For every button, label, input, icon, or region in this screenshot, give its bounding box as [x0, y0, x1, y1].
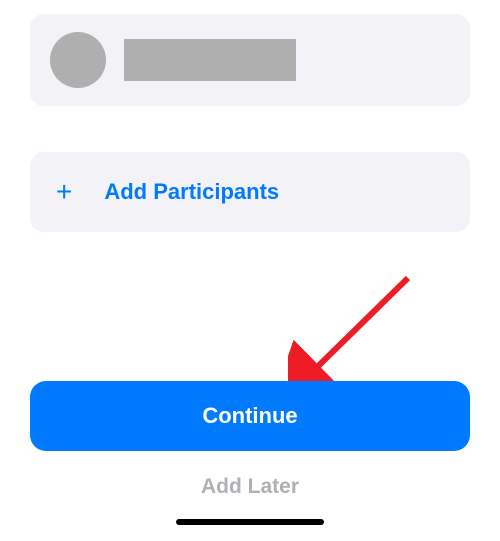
- add-participants-button[interactable]: + Add Participants: [30, 152, 470, 232]
- content-area: + Add Participants: [0, 0, 500, 232]
- participant-name-redacted: [124, 39, 296, 81]
- continue-button[interactable]: Continue: [30, 381, 470, 451]
- add-later-button[interactable]: Add Later: [30, 451, 470, 519]
- plus-icon: +: [56, 178, 72, 206]
- participant-row[interactable]: [30, 14, 470, 106]
- avatar: [50, 32, 106, 88]
- bottom-actions: Continue Add Later: [0, 381, 500, 541]
- home-indicator: [176, 519, 324, 525]
- add-participants-label: Add Participants: [104, 179, 279, 205]
